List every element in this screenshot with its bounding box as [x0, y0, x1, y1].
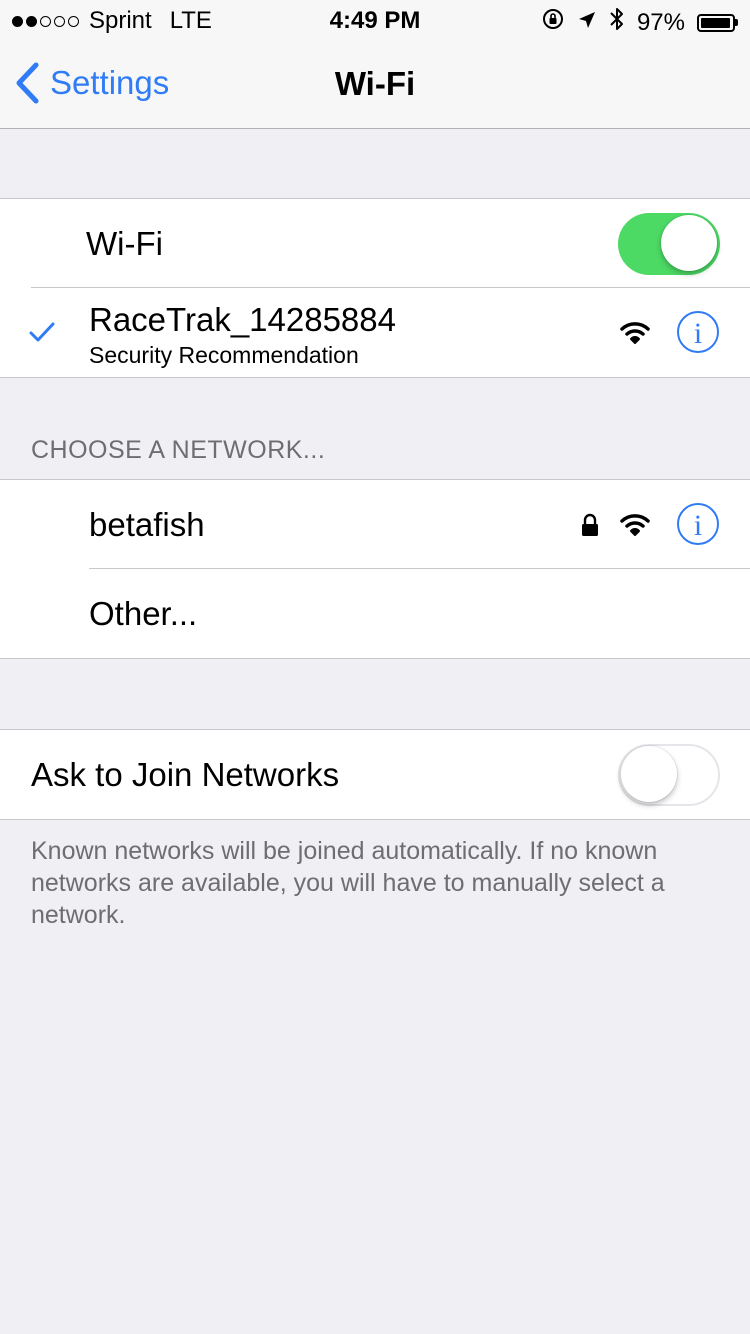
wifi-toggle-row: Wi-Fi [0, 199, 750, 288]
location-arrow-icon [577, 9, 597, 37]
lock-icon [580, 513, 600, 542]
wifi-group: Wi-Fi RaceTrak_14285884 Security Recomme… [0, 198, 750, 378]
ask-to-join-toggle[interactable] [618, 744, 720, 806]
checkmark-icon [29, 322, 55, 347]
ask-to-join-group: Ask to Join Networks [0, 729, 750, 820]
connected-network-subtitle[interactable]: Security Recommendation [89, 342, 359, 369]
wifi-signal-icon [619, 512, 651, 543]
battery-tip [735, 19, 738, 26]
info-icon: i [693, 509, 703, 542]
info-button[interactable]: i [677, 311, 719, 353]
status-bar-right: 97% [541, 6, 738, 39]
section-header-choose-network: CHOOSE A NETWORK... [31, 436, 326, 464]
other-network-row[interactable]: Other... [0, 569, 750, 658]
battery-body [697, 13, 735, 32]
networks-group: betafish i Other... [0, 479, 750, 659]
battery-fill [701, 17, 731, 28]
page-title: Wi-Fi [334, 65, 416, 102]
connected-network-row[interactable]: RaceTrak_14285884 Security Recommendatio… [0, 288, 750, 377]
info-button[interactable]: i [677, 503, 719, 545]
network-row-betafish[interactable]: betafish i [0, 480, 750, 569]
wifi-signal-icon [619, 320, 651, 351]
toggle-knob [661, 215, 717, 271]
other-network-label: Other... [89, 595, 198, 632]
navigation-bar: Settings Wi-Fi [0, 40, 750, 129]
wifi-toggle-switch[interactable] [618, 213, 720, 275]
ask-to-join-label: Ask to Join Networks [31, 756, 340, 793]
status-bar: Sprint LTE 4:49 PM 97% [0, 0, 750, 40]
info-icon: i [693, 317, 703, 350]
bluetooth-icon [609, 6, 625, 39]
ask-to-join-footer: Known networks will be joined automatica… [31, 837, 665, 929]
battery-percentage: 97% [636, 8, 685, 36]
wifi-toggle-label: Wi-Fi [86, 225, 163, 262]
toggle-knob [621, 746, 677, 802]
ask-to-join-row: Ask to Join Networks [0, 730, 750, 819]
network-name: betafish [89, 506, 205, 543]
battery-icon [697, 13, 738, 32]
connected-network-name: RaceTrak_14285884 [89, 301, 396, 338]
orientation-lock-icon [541, 7, 565, 38]
